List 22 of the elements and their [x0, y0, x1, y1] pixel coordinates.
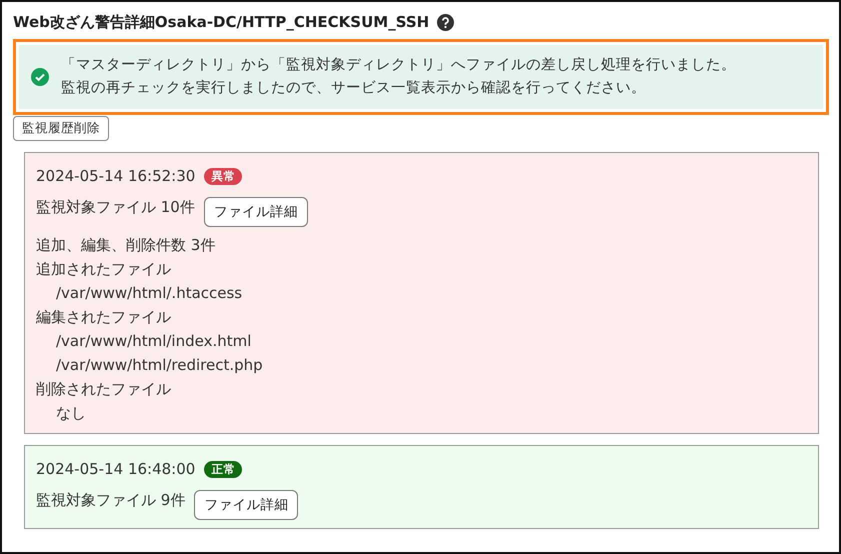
status-badge: 正常: [204, 460, 242, 478]
timestamp: 2024-05-14 16:48:00: [36, 460, 196, 478]
delete-history-button[interactable]: 監視履歴削除: [13, 116, 109, 141]
help-icon[interactable]: [437, 14, 454, 30]
change-summary: 追加、編集、削除件数 3件: [36, 235, 216, 256]
file-detail-button[interactable]: ファイル詳細: [194, 490, 298, 520]
status-badge: 異常: [204, 168, 242, 184]
alert-message: 「マスターディレクトリ」から「監視対象ディレクトリ」へファイルの差し戻し処理を行いました。: [61, 56, 736, 75]
section-heading: 追加されたファイル: [36, 259, 172, 280]
check-circle-icon: [31, 68, 49, 86]
section-heading: 編集されたファイル: [36, 307, 172, 328]
file-count: 監視対象ファイル 9件: [36, 491, 186, 510]
file-path: /var/www/html/index.html: [55, 331, 252, 352]
file-path: なし: [55, 403, 87, 424]
file-count: 監視対象ファイル 10件: [36, 198, 195, 217]
page-title: Web改ざん警告詳細Osaka-DC/HTTP_CHECKSUM_SSH: [13, 12, 430, 32]
file-path: /var/www/html/.htaccess: [55, 283, 244, 304]
alert-message: 監視の再チェックを実行しましたので、サービス一覧表示から確認を行ってください。: [61, 78, 647, 98]
section-heading: 削除されたファイル: [36, 379, 172, 400]
file-detail-button[interactable]: ファイル詳細: [204, 197, 308, 227]
file-path: /var/www/html/redirect.php: [55, 355, 264, 376]
timestamp: 2024-05-14 16:52:30: [36, 167, 196, 185]
